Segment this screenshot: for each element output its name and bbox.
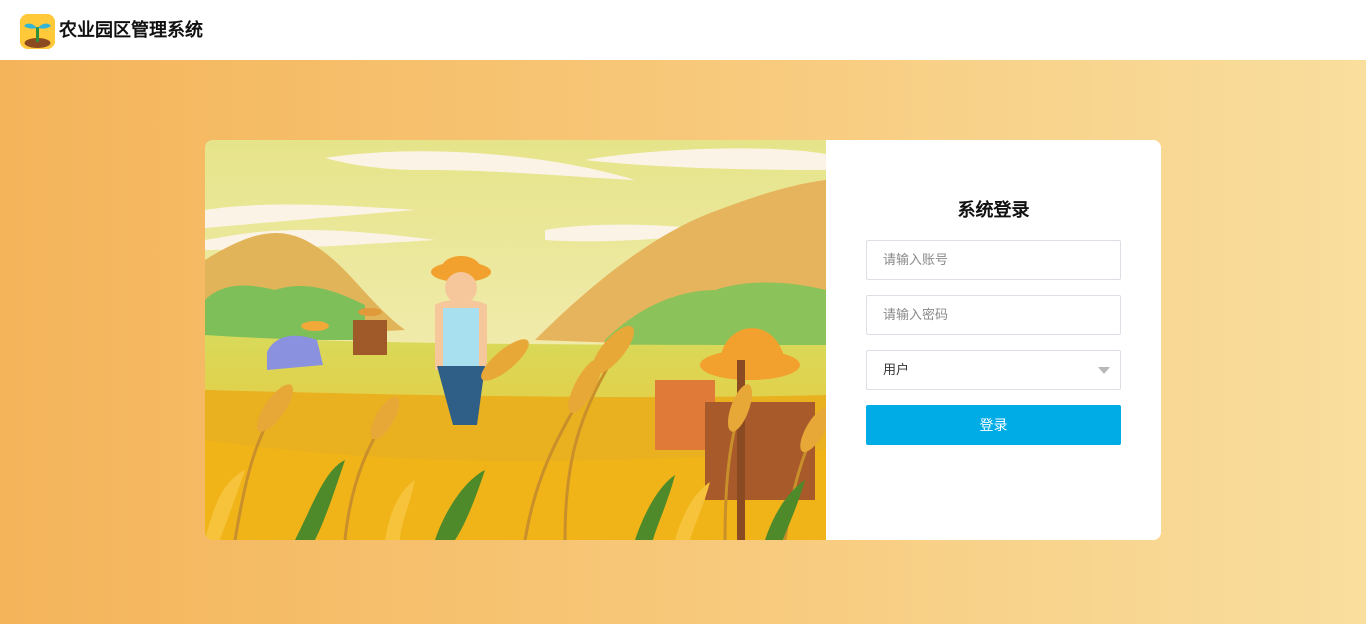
- password-input[interactable]: [867, 296, 1120, 334]
- farm-illustration: [205, 140, 826, 540]
- password-field[interactable]: [866, 295, 1121, 335]
- chevron-down-icon[interactable]: [1098, 367, 1110, 374]
- account-input[interactable]: [867, 241, 1120, 279]
- login-button[interactable]: 登录: [866, 405, 1121, 445]
- role-select-value: 用户: [883, 363, 910, 378]
- login-form: 系统登录 用户 登录: [826, 140, 1161, 540]
- login-card: 系统登录 用户 登录: [205, 140, 1161, 540]
- login-title: 系统登录: [957, 200, 1030, 221]
- sprout-icon: [20, 14, 55, 49]
- top-bar: 农业园区管理系统: [0, 0, 1366, 60]
- login-background: 系统登录 用户 登录: [0, 60, 1366, 624]
- app-title: 农业园区管理系统: [59, 20, 203, 41]
- role-select[interactable]: 用户: [866, 350, 1121, 390]
- account-field[interactable]: [866, 240, 1121, 280]
